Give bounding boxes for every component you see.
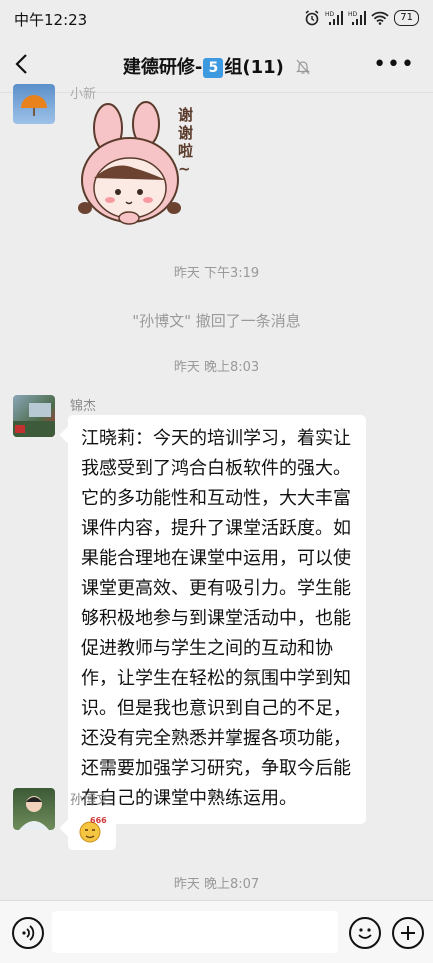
message-input[interactable] xyxy=(52,911,338,953)
chat-title: 建德研修- 5 组(11) xyxy=(0,53,433,79)
person-avatar-icon xyxy=(19,796,49,830)
smile-icon xyxy=(358,928,372,939)
recall-notice: "孙博文" 撤回了一条消息 xyxy=(132,312,301,330)
avatar[interactable] xyxy=(13,395,55,437)
chat-title-suffix: 组(11) xyxy=(224,57,284,78)
mute-bell-icon xyxy=(296,59,311,75)
timestamp: 昨天 晚上8:03 xyxy=(173,360,260,375)
emoji-icon[interactable] xyxy=(349,917,381,949)
chat-header: 建德研修- 5 组(11) ••• xyxy=(0,36,433,93)
timestamp: 昨天 下午3:19 xyxy=(173,266,260,281)
alarm-icon xyxy=(305,10,319,26)
status-icons: HD HD 71 xyxy=(304,9,419,27)
input-bar xyxy=(0,900,433,963)
battery-icon: 71 xyxy=(394,10,419,26)
status-bar: 中午12:23 HD HD 71 xyxy=(0,0,433,36)
wifi-icon xyxy=(371,11,389,25)
signal-hd-icon: HD xyxy=(348,11,367,25)
chat-title-prefix: 建德研修- xyxy=(122,57,203,78)
message-bubble[interactable]: 江晓莉：今天的培训学习，着实让我感受到了鸿合白板软件的强大。它的多功能性和互动性… xyxy=(68,415,366,824)
emoji-666-icon xyxy=(79,821,101,843)
svg-text:HD: HD xyxy=(348,11,358,18)
sender-name: 锦杰 xyxy=(70,399,97,414)
sticker-text: 谢谢啦~ xyxy=(178,106,194,178)
plus-sign-icon xyxy=(401,926,415,940)
plus-icon[interactable] xyxy=(392,917,424,949)
sender-name: 孙博文 xyxy=(70,793,110,808)
voice-waves-icon xyxy=(22,925,35,941)
message-bubble[interactable]: 666 xyxy=(68,808,116,850)
avatar[interactable] xyxy=(13,788,55,830)
chat-title-number: 5 xyxy=(203,58,224,78)
signal-hd-icon: HD xyxy=(325,11,344,25)
umbrella-avatar-icon xyxy=(21,95,47,116)
sticker[interactable]: 谢谢啦~ xyxy=(70,100,210,235)
status-time: 中午12:23 xyxy=(14,11,88,29)
emoji-label: 666 xyxy=(90,816,107,825)
message-text: 江晓莉：今天的培训学习，着实让我感受到了鸿合白板软件的强大。它的多功能性和互动性… xyxy=(81,428,351,809)
photo-avatar-icon xyxy=(13,403,55,437)
more-icon[interactable]: ••• xyxy=(373,52,415,77)
avatar[interactable] xyxy=(13,84,55,124)
voice-icon[interactable] xyxy=(12,917,44,949)
svg-text:HD: HD xyxy=(325,11,335,18)
timestamp: 昨天 晚上8:07 xyxy=(173,877,260,892)
